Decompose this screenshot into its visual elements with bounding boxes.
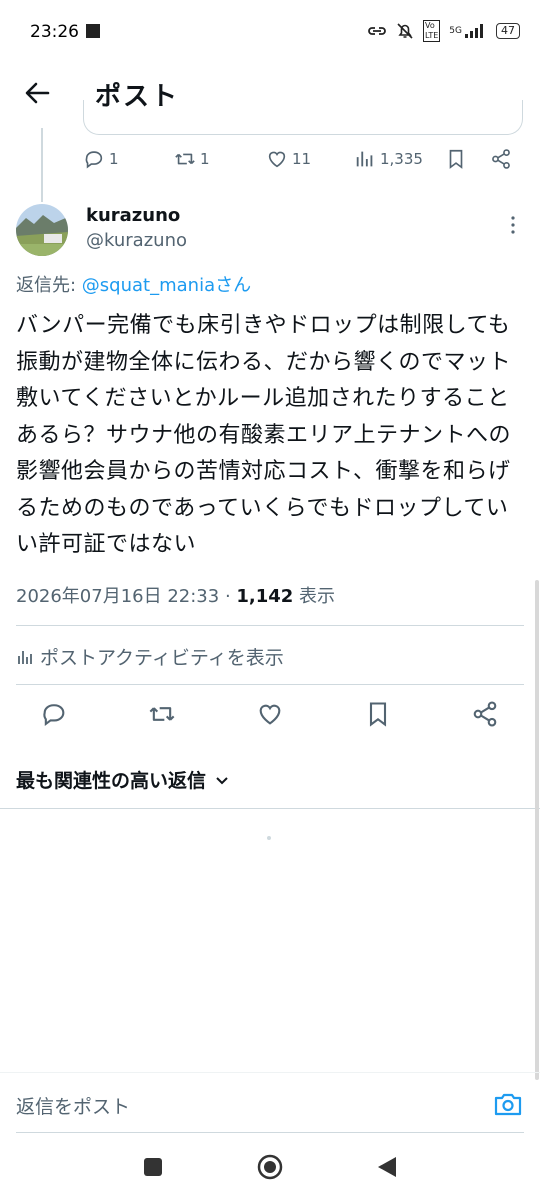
thread-line <box>41 128 43 202</box>
post-view-count: 1,142 <box>236 586 294 607</box>
reply-count: 1 <box>109 150 119 168</box>
chevron-down-icon <box>216 776 228 784</box>
scrollbar[interactable] <box>535 580 539 1080</box>
status-time: 23:26 <box>30 22 79 42</box>
repost-stat[interactable]: 1 <box>174 148 210 170</box>
compose-underline <box>16 1132 524 1133</box>
activity-chart-icon <box>18 650 32 664</box>
reply-icon <box>85 151 103 169</box>
more-options-icon[interactable] <box>505 214 521 236</box>
post-body: バンパー完備でも床引きやドロップは制限しても振動が建物全体に伝わる、だから響くの… <box>16 313 512 557</box>
camera-icon[interactable] <box>493 1090 523 1118</box>
quoted-card-remnant[interactable] <box>83 100 523 135</box>
battery-indicator: 47 <box>496 23 520 39</box>
avatar[interactable] <box>16 204 68 256</box>
home-nav-icon[interactable] <box>255 1152 285 1182</box>
share-button-prev[interactable] <box>490 148 512 170</box>
back-arrow-icon[interactable] <box>22 78 52 108</box>
reply-button[interactable] <box>40 700 68 728</box>
bell-off-icon <box>397 23 413 39</box>
post-meta: 2026年07月16日 22:33 · 1,142 表示 <box>16 582 335 608</box>
bookmark-button-prev[interactable] <box>445 148 467 170</box>
view-count: 1,335 <box>380 150 423 168</box>
bookmark-button[interactable] <box>364 700 392 728</box>
activity-label: ポストアクティビティを表示 <box>40 647 284 669</box>
like-button[interactable] <box>256 700 284 728</box>
bookmark-icon <box>449 149 463 169</box>
author-handle[interactable]: @kurazuno <box>86 230 187 251</box>
views-chart-icon <box>356 151 373 167</box>
reply-mention-suffix[interactable]: さん <box>215 275 251 296</box>
notification-icon <box>86 24 100 38</box>
reply-to-line: 返信先: @squat_maniaさん <box>16 271 251 297</box>
author-name[interactable]: kurazuno <box>86 205 180 226</box>
divider <box>16 684 524 685</box>
sort-label: 最も関連性の高い返信 <box>16 770 207 792</box>
recents-nav-icon[interactable] <box>138 1152 168 1182</box>
status-icons: Vo LTE 5G 47 <box>367 20 520 42</box>
repost-icon <box>175 153 195 165</box>
divider <box>16 625 524 626</box>
reply-stat[interactable]: 1 <box>83 148 119 170</box>
reply-to-prefix: 返信先: <box>16 275 82 296</box>
share-icon <box>492 149 510 169</box>
heart-icon <box>268 151 286 168</box>
network-label: 5G <box>449 26 462 36</box>
post-activity-link[interactable]: ポストアクティビティを表示 <box>16 643 284 670</box>
meta-separator: · <box>219 586 237 607</box>
compose-divider <box>0 1072 540 1073</box>
like-count: 11 <box>292 150 312 168</box>
volte-icon: Vo LTE <box>423 20 441 42</box>
like-stat[interactable]: 11 <box>266 148 311 170</box>
view-label: 表示 <box>293 586 336 607</box>
signal-icon <box>465 24 483 38</box>
back-nav-icon[interactable] <box>372 1152 402 1182</box>
link-icon <box>368 27 386 35</box>
views-stat[interactable]: 1,335 <box>354 148 423 170</box>
divider <box>0 808 540 809</box>
reply-mention-link[interactable]: @squat_mania <box>82 275 215 296</box>
repost-count: 1 <box>200 150 210 168</box>
replies-sort-dropdown[interactable]: 最も関連性の高い返信 <box>16 766 230 793</box>
repost-button[interactable] <box>148 700 176 728</box>
reply-compose-input[interactable]: 返信をポスト <box>16 1092 130 1119</box>
loading-indicator <box>267 836 271 840</box>
share-button[interactable] <box>471 700 499 728</box>
post-timestamp[interactable]: 2026年07月16日 22:33 <box>16 586 219 607</box>
